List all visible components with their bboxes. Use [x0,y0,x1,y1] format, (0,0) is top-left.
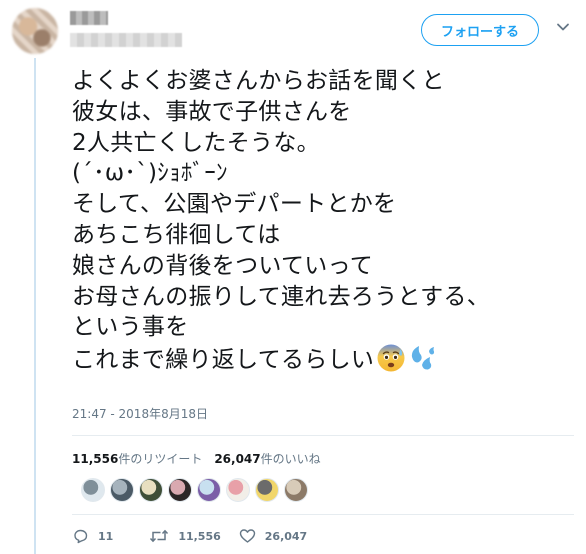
heart-icon [239,529,255,543]
tweet-text: よくよくお婆さんからお話を聞くと 彼女は、事故で子供さんを 2人共亡くしたそうな… [72,66,572,382]
tweet-line-text: これまで繰り返してるらしい [72,347,375,374]
like-stat-count: 26,047 [214,452,261,466]
retweet-stat[interactable]: 11,556件のリツイート [72,452,202,466]
retweet-count: 11,556 [178,529,221,543]
anxious-face-icon [377,344,405,372]
liker-avatar-5[interactable] [197,478,221,502]
liker-avatar-7[interactable] [255,478,279,502]
chevron-down-icon[interactable] [556,20,570,34]
tweet-timestamp[interactable]: 21:47 - 2018年8月18日 [72,405,208,422]
liker-avatar-3[interactable] [139,478,163,502]
divider [72,514,574,515]
liker-avatar-8[interactable] [284,478,308,502]
like-stat[interactable]: 26,047件のいいね [214,452,320,466]
reply-icon [74,529,88,544]
tweet-line: 2人共亡くしたそうな。 [72,129,320,156]
emoji-group [376,343,436,382]
divider [72,435,574,436]
like-count: 26,047 [264,529,308,543]
tweet-line-last: これまで繰り返してるらしい [72,343,572,382]
tweet-line: お母さんの振りして連れ去ろうとする、 [72,283,491,310]
retweet-button[interactable]: 11,556 [149,528,221,544]
liker-avatar-6[interactable] [226,478,250,502]
thread-line [34,58,36,554]
reply-button[interactable]: 11 [72,528,113,544]
follow-button[interactable]: フォローする [421,14,539,46]
user-handle-blurred[interactable] [70,33,182,47]
liker-avatar-4[interactable] [168,478,192,502]
engagement-stats: 11,556件のリツイート 26,047件のいいね [72,450,321,467]
reply-count: 11 [98,529,114,543]
tweet-line: あちこち徘徊しては [72,221,281,248]
like-button[interactable]: 26,047 [239,528,307,544]
tweet-line: よくよくお婆さんからお話を聞くと [72,68,445,94]
retweet-stat-count: 11,556 [72,452,119,466]
tweet-line: (´･ω･`)ｼｮﾎﾞｰﾝ [72,160,228,187]
liker-avatars [81,478,313,504]
retweet-icon [150,529,169,543]
tweet-line: 彼女は、事故で子供さんを [72,98,352,125]
liker-avatar-1[interactable] [81,478,105,502]
like-stat-label: 件のいいね [260,452,321,466]
tweet-page: フォローする よくよくお婆さんからお話を聞くと 彼女は、事故で子供さんを 2人共… [0,0,586,554]
tweet-line: という事を [72,314,189,341]
sweat-droplets-icon [412,346,435,370]
tweet-line: 娘さんの背後をついていって [72,252,374,279]
liker-avatar-2[interactable] [110,478,134,502]
tweet-line: そして、公園やデパートとかを [72,191,397,218]
tweet-actions: 11 11,556 26,047 [72,526,307,546]
retweet-stat-label: 件のリツイート [118,452,203,466]
user-display-name-blurred[interactable] [70,11,108,25]
user-avatar[interactable] [12,8,58,54]
